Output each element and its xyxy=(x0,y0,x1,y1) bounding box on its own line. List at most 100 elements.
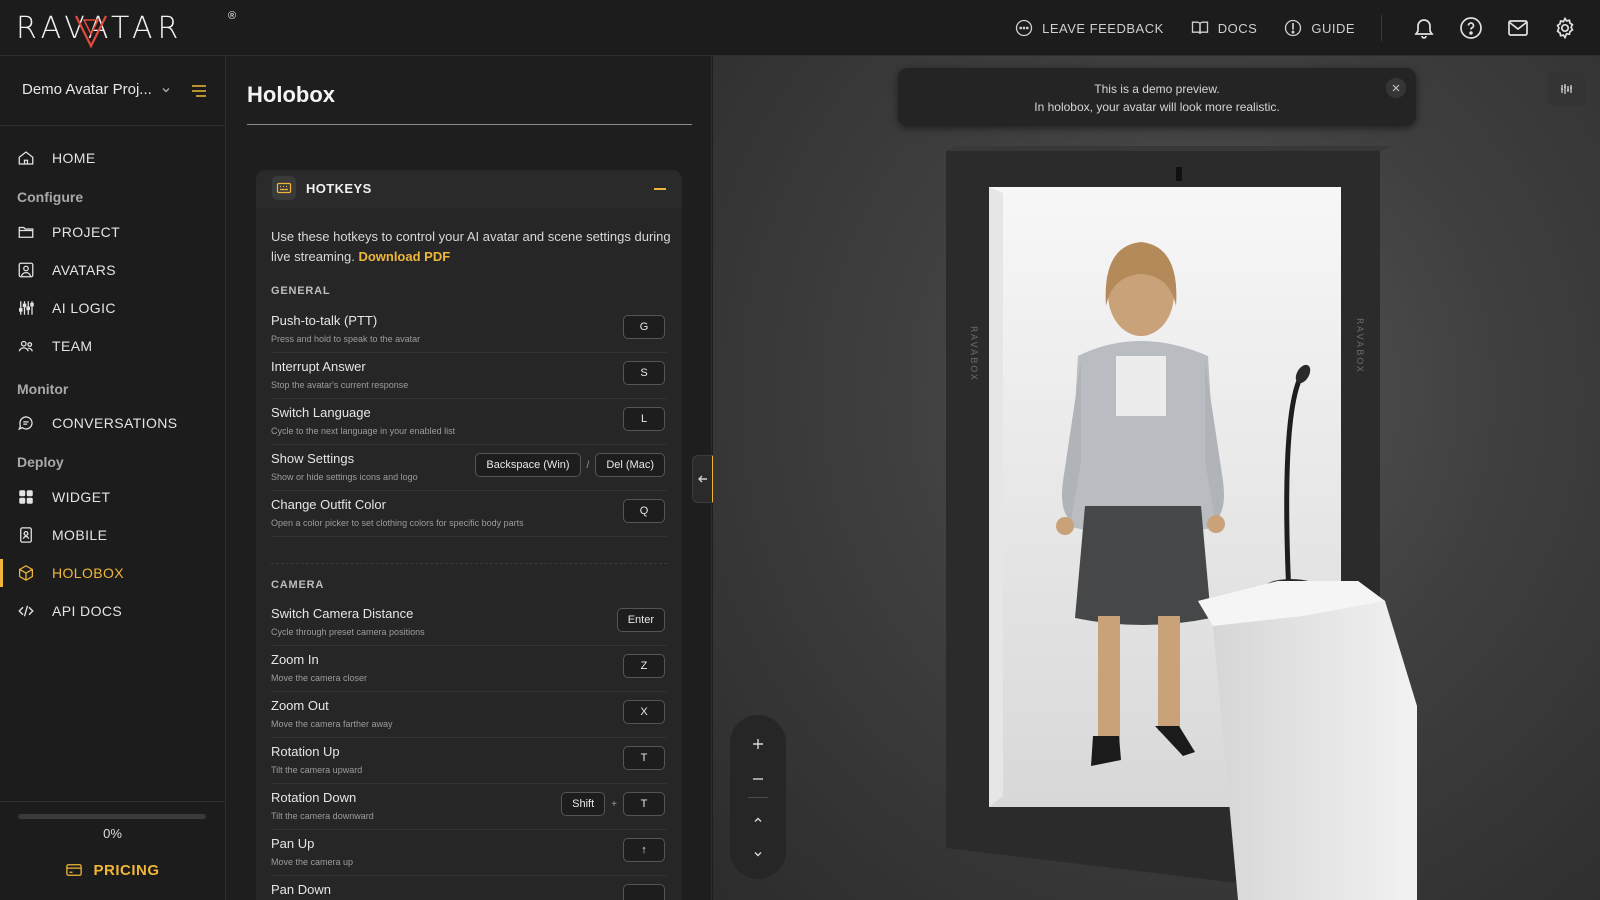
leave-feedback-link[interactable]: LEAVE FEEDBACK xyxy=(1014,18,1164,38)
key-badge[interactable]: T xyxy=(623,746,665,770)
hotkey-name: Interrupt Answer xyxy=(271,359,366,374)
hotkey-description: Move the camera farther away xyxy=(271,719,393,729)
key-badge[interactable]: Del (Mac) xyxy=(595,453,665,477)
key-badge[interactable]: T xyxy=(623,792,665,816)
zoom-controls-divider xyxy=(748,797,768,798)
rotate-down-button[interactable] xyxy=(730,837,786,871)
camera-group-label: CAMERA xyxy=(271,579,325,591)
sidebar-item-api-docs[interactable]: API DOCS xyxy=(0,593,225,629)
sidebar: Demo Avatar Proj... HOME Configure PROJE… xyxy=(0,56,226,900)
sidebar-item-label: HOME xyxy=(52,150,96,166)
notifications-button[interactable] xyxy=(1400,0,1447,56)
guide-link[interactable]: GUIDE xyxy=(1283,18,1355,38)
toast-line-2: In holobox, your avatar will look more r… xyxy=(1034,100,1280,114)
hotkey-description: Move the camera up xyxy=(271,857,354,867)
top-nav: LEAVE FEEDBACK DOCS GUIDE xyxy=(1014,0,1600,56)
usage-progress-bar xyxy=(18,814,206,819)
ravatar-logo[interactable]: RAVATAR ® xyxy=(16,6,236,50)
demo-preview-toast: This is a demo preview. In holobox, your… xyxy=(898,68,1416,126)
key-badge[interactable]: Enter xyxy=(616,608,665,632)
hotkey-description: Tilt the camera upward xyxy=(271,765,363,775)
sidebar-bottom-divider xyxy=(0,801,225,802)
collapse-panel-button[interactable] xyxy=(692,455,714,503)
hotkey-name: Push-to-talk (PTT) xyxy=(271,313,378,328)
sidebar-item-label: AI LOGIC xyxy=(52,300,116,316)
key-badge[interactable]: ↑ xyxy=(623,838,665,862)
code-icon xyxy=(18,605,34,617)
chevron-down-icon xyxy=(162,87,170,92)
sidebar-item-mobile[interactable]: MOBILE xyxy=(0,517,225,553)
svg-text:RAVABOX: RAVABOX xyxy=(968,326,978,382)
hotkey-description: Move the camera closer xyxy=(271,673,368,683)
hotkeys-title: HOTKEYS xyxy=(306,181,372,196)
hotkey-name: Rotation Down xyxy=(271,790,357,805)
avatar-icon xyxy=(18,262,34,278)
key-badge[interactable]: X xyxy=(623,700,665,724)
hotkey-description: Cycle to the next language in your enabl… xyxy=(271,426,456,436)
toast-close-button[interactable] xyxy=(1386,78,1406,98)
docs-link[interactable]: DOCS xyxy=(1190,18,1258,38)
collapse-minus-icon[interactable] xyxy=(654,188,666,190)
settings-button[interactable] xyxy=(1541,0,1588,56)
cube-icon xyxy=(18,565,34,581)
hotkey-description: Cycle through preset camera positions xyxy=(271,627,425,637)
help-icon xyxy=(1459,17,1482,39)
hotkey-keys xyxy=(623,884,665,900)
key-badge[interactable]: Backspace (Win) xyxy=(475,453,581,477)
hotkey-name: Pan Down xyxy=(271,882,331,897)
close-icon xyxy=(1392,84,1400,92)
section-deploy: Deploy xyxy=(17,454,64,470)
credit-card-icon xyxy=(66,864,83,876)
messages-button[interactable] xyxy=(1494,0,1541,56)
project-selector[interactable]: Demo Avatar Proj... xyxy=(22,81,172,98)
plus-icon xyxy=(753,739,763,749)
hotkey-name: Switch Language xyxy=(271,405,371,420)
sidebar-item-label: API DOCS xyxy=(52,603,123,619)
group-divider xyxy=(271,563,667,564)
key-badge[interactable]: Shift xyxy=(561,792,606,816)
sidebar-item-widget[interactable]: WIDGET xyxy=(0,479,225,515)
sidebar-item-ai-logic[interactable]: AI LOGIC xyxy=(0,290,225,326)
sidebar-item-team[interactable]: TEAM xyxy=(0,328,225,364)
hotkey-keys: Backspace (Win) / Del (Mac) xyxy=(475,453,665,477)
rotate-up-button[interactable] xyxy=(730,803,786,837)
sidebar-item-project[interactable]: PROJECT xyxy=(0,214,225,250)
section-configure: Configure xyxy=(17,189,84,205)
page-title: Holobox xyxy=(247,82,335,107)
logo-registered: ® xyxy=(228,10,237,22)
key-badge[interactable]: S xyxy=(623,361,665,385)
grid-icon xyxy=(19,490,33,504)
section-monitor: Monitor xyxy=(17,381,69,397)
key-badge[interactable] xyxy=(623,884,665,900)
minus-icon xyxy=(753,778,763,780)
key-separator: / xyxy=(586,459,590,471)
hotkey-row: Rotation Up Tilt the camera upward T xyxy=(271,737,667,784)
sidebar-item-label: HOLOBOX xyxy=(52,565,125,581)
home-icon xyxy=(18,151,34,165)
zoom-out-button[interactable] xyxy=(730,762,786,796)
zoom-in-button[interactable] xyxy=(730,727,786,761)
key-badge[interactable]: G xyxy=(623,315,665,339)
sidebar-item-holobox[interactable]: HOLOBOX xyxy=(0,555,225,591)
folder-icon xyxy=(18,226,34,238)
toast-line-1: This is a demo preview. xyxy=(1094,82,1220,96)
camera-zoom-controls xyxy=(730,715,786,879)
hotkey-name: Switch Camera Distance xyxy=(271,606,414,621)
download-pdf-link[interactable]: Download PDF xyxy=(358,249,450,264)
hotkeys-card-header[interactable]: HOTKEYS xyxy=(256,170,682,208)
key-badge[interactable]: L xyxy=(623,407,665,431)
sidebar-item-conversations[interactable]: CONVERSATIONS xyxy=(0,405,225,441)
hotkeys-description: Use these hotkeys to control your AI ava… xyxy=(271,227,671,267)
sidebar-item-home[interactable]: HOME xyxy=(0,140,225,176)
help-button[interactable] xyxy=(1447,0,1494,56)
key-badge[interactable]: Z xyxy=(623,654,665,678)
audio-settings-button[interactable] xyxy=(1548,72,1586,106)
sidebar-item-avatars[interactable]: AVATARS xyxy=(0,252,225,288)
usage-progress-label: 0% xyxy=(103,826,122,841)
hotkey-keys: L xyxy=(623,407,665,431)
arrow-left-icon xyxy=(697,475,707,483)
pricing-button[interactable]: PRICING xyxy=(0,857,225,883)
menu-collapse-icon[interactable] xyxy=(190,82,208,100)
hotkey-name: Rotation Up xyxy=(271,744,340,759)
key-badge[interactable]: Q xyxy=(623,499,665,523)
